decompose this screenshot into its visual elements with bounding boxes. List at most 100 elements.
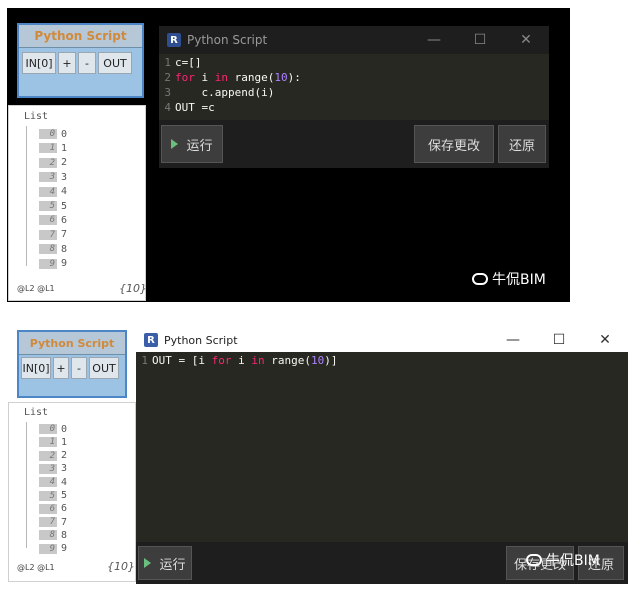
add-input-button[interactable]: + <box>58 52 76 74</box>
editor-titlebar: R Python Script — ☐ ✕ <box>136 328 628 352</box>
list-value: 5 <box>61 490 68 501</box>
output-port[interactable]: OUT <box>98 52 132 74</box>
editor-button-bar: 运行 保存更改 还原 <box>159 120 549 168</box>
list-index: 2 <box>39 450 57 461</box>
list-value: 8 <box>61 529 68 541</box>
code-editor[interactable]: 1 OUT = [i for i in range(10)] <box>136 352 628 542</box>
python-script-node[interactable]: Python Script IN[0] + - OUT <box>17 330 127 398</box>
minimize-button[interactable]: — <box>490 332 536 348</box>
list-item: 22 <box>39 157 67 169</box>
editor-titlebar: R Python Script — ☐ ✕ <box>159 26 549 54</box>
python-script-node[interactable]: Python Script IN[0] + - OUT <box>17 23 144 98</box>
list-index: 8 <box>39 530 57 541</box>
list-value: 1 <box>61 142 68 154</box>
node-title: Python Script <box>19 25 142 48</box>
list-index: 4 <box>39 477 57 488</box>
list-index: 2 <box>39 157 57 168</box>
list-value: 2 <box>61 157 68 169</box>
list-item: 77 <box>39 516 67 528</box>
list-count: {10} <box>119 282 147 295</box>
revert-button[interactable]: 还原 <box>498 125 546 163</box>
list-value: 9 <box>61 543 68 555</box>
editor-title: Python Script <box>164 333 238 347</box>
wechat-icon <box>472 273 488 285</box>
list-item: 00 <box>39 128 67 140</box>
close-button[interactable]: ✕ <box>582 332 628 348</box>
python-editor-window: R Python Script — ☐ ✕ 1 OUT = [i for i in… <box>136 328 628 584</box>
list-count: {10} <box>107 560 135 573</box>
list-value: 4 <box>61 186 68 198</box>
list-item: 55 <box>39 200 67 212</box>
list-item: 11 <box>39 436 67 448</box>
code-line: 1 OUT = [i for i in range(10)] <box>141 354 338 367</box>
list-value: 9 <box>61 258 68 270</box>
tree-line <box>26 422 27 548</box>
code-line: 3 c.append(i) <box>164 86 275 99</box>
list-value: 7 <box>61 229 68 241</box>
list-value: 1 <box>61 436 68 448</box>
watermark: 牛侃BIM <box>526 550 600 570</box>
input-port[interactable]: IN[0] <box>22 52 56 74</box>
list-item: 11 <box>39 142 67 154</box>
list-value: 6 <box>61 503 68 515</box>
remove-input-button[interactable]: - <box>78 52 96 74</box>
run-button[interactable]: 运行 <box>138 546 192 580</box>
list-value: 8 <box>61 243 68 255</box>
list-index: 9 <box>39 543 57 554</box>
run-button[interactable]: 运行 <box>161 125 223 163</box>
remove-input-button[interactable]: - <box>71 357 87 379</box>
play-icon <box>171 139 179 149</box>
list-index: 8 <box>39 244 57 255</box>
output-port[interactable]: OUT <box>89 357 119 379</box>
code-line: 2 for i in range(10): <box>164 71 301 84</box>
python-editor-window: R Python Script — ☐ ✕ 1 c=[] 2 for i in ra… <box>159 26 549 168</box>
save-changes-button[interactable]: 保存更改 <box>414 125 494 163</box>
list-value: 7 <box>61 516 68 528</box>
list-index: 6 <box>39 503 57 514</box>
bottom-screenshot: Python Script IN[0] + - OUT List 0011223… <box>7 312 630 590</box>
list-index: 1 <box>39 143 57 154</box>
list-index: 0 <box>39 424 57 434</box>
tree-line <box>26 126 27 266</box>
list-item: 77 <box>39 229 67 241</box>
list-index: 7 <box>39 517 57 528</box>
list-index: 6 <box>39 215 57 226</box>
list-index: 3 <box>39 172 57 183</box>
top-screenshot: Python Script IN[0] + - OUT List 0011223… <box>7 8 570 302</box>
add-input-button[interactable]: + <box>53 357 69 379</box>
code-editor[interactable]: 1 c=[] 2 for i in range(10): 3 c.append(i)… <box>159 54 549 120</box>
list-value: 0 <box>61 423 68 435</box>
list-value: 0 <box>61 128 68 140</box>
list-value: 2 <box>61 450 68 462</box>
list-levels: @L2 @L1 <box>17 284 55 293</box>
list-index: 9 <box>39 258 57 269</box>
list-item: 33 <box>39 171 67 183</box>
input-port[interactable]: IN[0] <box>21 357 51 379</box>
minimize-button[interactable]: — <box>411 32 457 48</box>
list-value: 3 <box>61 463 68 475</box>
list-item: 66 <box>39 503 67 515</box>
list-item: 00 <box>39 423 67 435</box>
list-index: 1 <box>39 437 57 448</box>
wechat-icon <box>526 554 542 566</box>
list-item: 22 <box>39 450 67 462</box>
maximize-button[interactable]: ☐ <box>457 32 503 48</box>
list-levels: @L2 @L1 <box>17 563 55 572</box>
list-item: 88 <box>39 243 67 255</box>
list-item: 44 <box>39 186 67 198</box>
list-label: List <box>24 407 49 418</box>
list-value: 5 <box>61 200 68 212</box>
list-item: 99 <box>39 543 67 555</box>
list-index: 3 <box>39 463 57 474</box>
maximize-button[interactable]: ☐ <box>536 332 582 348</box>
watermark: 牛侃BIM <box>472 269 546 289</box>
watch-output-list: List 00112233445566778899 @L2 @L1 {10} <box>8 105 147 301</box>
close-button[interactable]: ✕ <box>503 32 549 48</box>
editor-title: Python Script <box>187 33 268 47</box>
list-value: 4 <box>61 476 68 488</box>
list-item: 44 <box>39 476 67 488</box>
list-value: 3 <box>61 171 68 183</box>
list-item: 88 <box>39 529 67 541</box>
list-label: List <box>24 111 49 122</box>
code-line: 4 OUT =c <box>164 101 215 114</box>
